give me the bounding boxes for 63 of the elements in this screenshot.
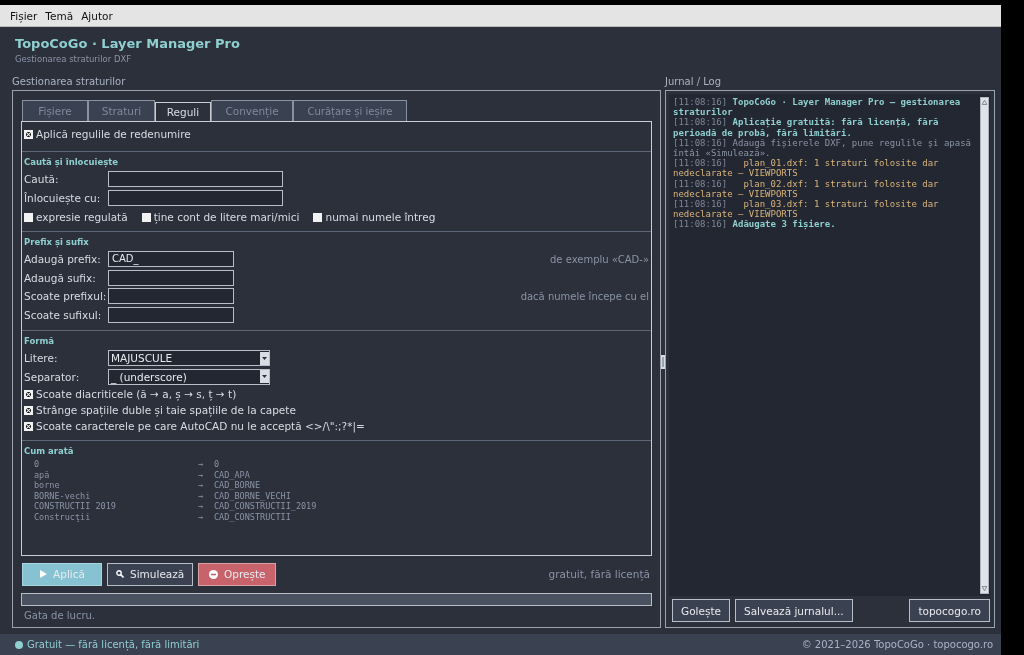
tab[interactable]: Reguli <box>155 102 211 121</box>
field-label: Caută: <box>24 173 60 186</box>
layer-name: borne <box>34 480 61 491</box>
section-title: Caută și înlocuiește <box>24 157 120 167</box>
checkbox-label: ține cont de litere mari/mici <box>153 211 300 223</box>
section-title: Prefix și sufix <box>24 237 90 247</box>
log-entry: [11:08:16] plan_03.dxf: 1 straturi folosite dar nedeclarate — VIEWPORTS <box>673 199 940 220</box>
arrow-text: → <box>198 511 205 522</box>
dropdown[interactable]: _ (underscore) <box>108 368 270 385</box>
checkbox-label: expresie regulată <box>36 211 128 223</box>
app-subtitle: Gestionarea straturilor DXF <box>15 54 133 64</box>
menu-item[interactable]: Ajutor <box>81 9 113 22</box>
panel-title: Gestionarea straturilor <box>12 76 127 89</box>
field-label: Litere: <box>24 352 59 365</box>
field-label: Separator: <box>24 370 81 383</box>
menu-item[interactable]: Fișier <box>10 9 38 22</box>
field-label: Înlocuiește cu: <box>24 191 102 204</box>
checkbox-label: numai numele întreg <box>325 211 436 223</box>
arrow-text: → <box>198 480 205 491</box>
layer-name: 0 <box>34 459 41 470</box>
layer-name: 0 <box>214 459 220 470</box>
checkbox-label: Aplică regulile de redenumire <box>36 128 191 140</box>
hint-text: dacă numele începe cu el <box>520 290 649 302</box>
menu-item[interactable]: Temă <box>45 9 74 22</box>
input-field[interactable]: CAD_ <box>108 251 234 268</box>
dropdown[interactable]: MAJUSCULE <box>108 350 270 367</box>
log-entry: [11:08:16] Adaugă fișierele DXF, pune regulile și apasă întâi «Simulează». <box>673 137 973 159</box>
arrow-text: → <box>198 501 205 512</box>
status-text: Gata de lucru. <box>24 610 97 621</box>
action-button[interactable]: Simulează <box>107 562 194 586</box>
checkbox-label: Scoate diacriticele (ă → a, ș → s, ț → t) <box>36 388 237 400</box>
arrow-text: → <box>198 459 205 470</box>
layer-name: CAD_CONSTRUCTII_2019 <box>214 501 317 512</box>
log-entry: [11:08:16] Adăugate 3 fișiere. <box>673 219 837 230</box>
panel-title: Jurnal / Log <box>665 76 723 89</box>
layer-name: CAD_APA <box>214 469 250 480</box>
hint-text: de exemplu «CAD-» <box>550 253 649 265</box>
app-title: TopoCoGo · Layer Manager Pro <box>15 36 241 51</box>
section-title: Formă <box>24 336 56 346</box>
field-label: Adaugă prefix: <box>24 253 102 266</box>
layer-name: Construcţii <box>34 511 92 522</box>
checkbox-label: Strânge spațiile duble și taie spațiile de la capete <box>36 404 296 416</box>
log-entry: [11:08:16] TopoCoGo · Layer Manager Pro — gestionarea straturilor <box>673 97 962 118</box>
log-button[interactable]: Golește <box>672 599 730 622</box>
log-button[interactable]: Salvează jurnalul... <box>735 599 853 622</box>
field-label: Scoate sufixul: <box>24 308 103 321</box>
layer-name: BORNE-vechi <box>34 490 92 501</box>
field-label: Scoate prefixul: <box>24 290 108 303</box>
footer-text: Gratuit — fără licență, fără limitări <box>27 639 200 650</box>
checkbox-label: Scoate caracterele pe care AutoCAD nu le acceptă <>/\":;?*|= <box>36 420 365 432</box>
arrow-text: → <box>198 469 205 480</box>
layer-name: CAD_CONSTRUCTII <box>214 511 291 522</box>
section-title: Cum arată <box>24 446 75 456</box>
license-note: gratuit, fără licență <box>548 568 651 580</box>
layer-name: CAD_BORNE_VECHI <box>214 490 291 501</box>
log-button[interactable]: topocogo.ro <box>909 599 990 622</box>
log-entry: [11:08:16] Aplicație gratuită: fără licență, fără perioadă de probă, fără limitări. <box>673 117 940 138</box>
layer-name: apă <box>34 469 51 480</box>
field-label: Adaugă sufix: <box>24 271 97 284</box>
arrow-text: → <box>198 490 205 501</box>
layer-name: CAD_BORNE <box>214 480 261 491</box>
footer-text: © 2021–2026 TopoCoGo · topocogo.ro <box>801 639 993 650</box>
layer-name: CONSTRUCTII 2019 <box>34 501 117 512</box>
